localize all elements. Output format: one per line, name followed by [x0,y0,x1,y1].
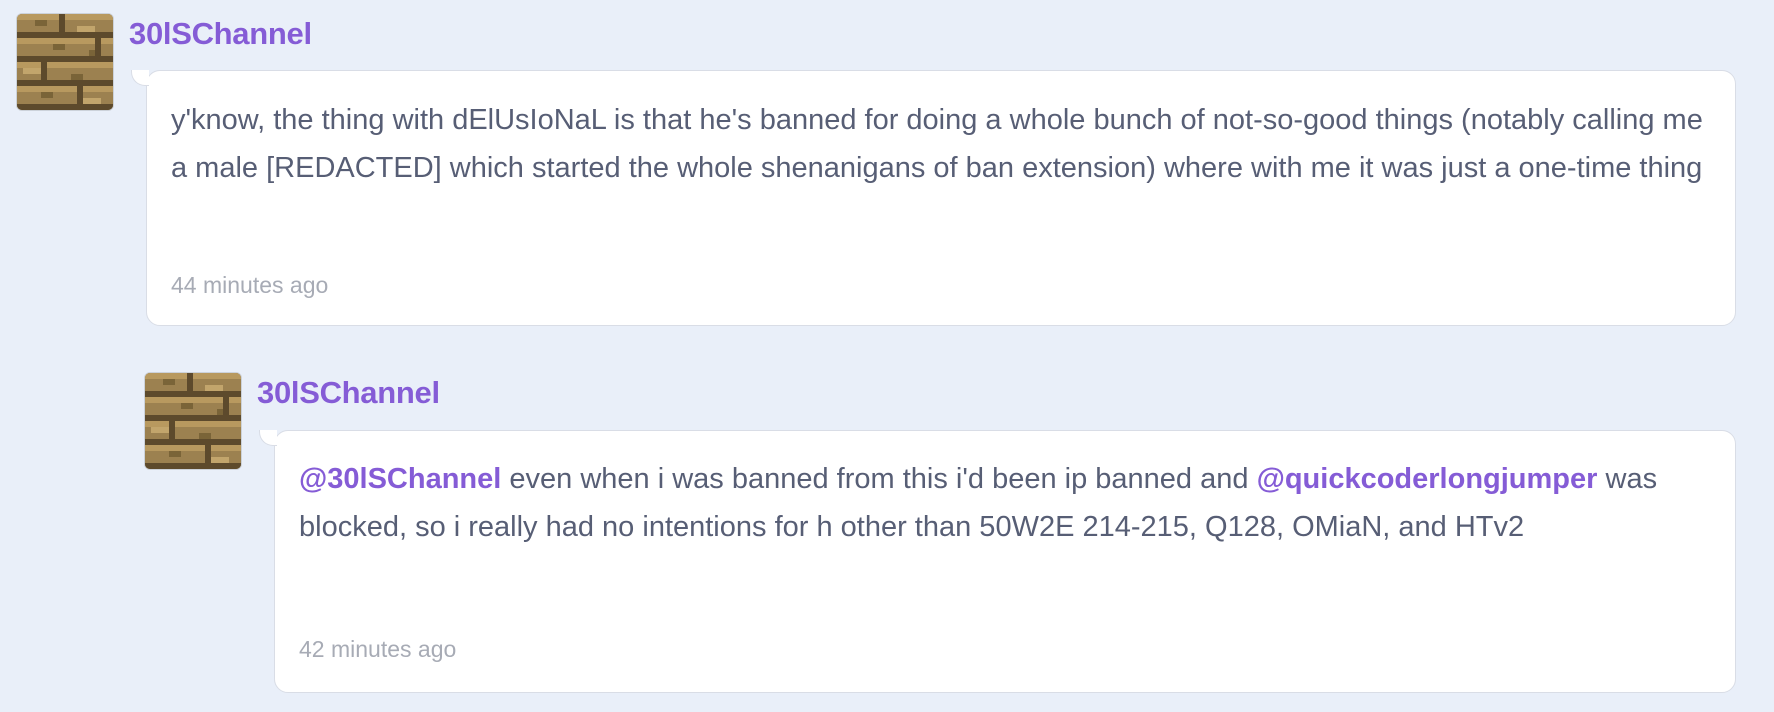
comment-text-part: even when i was banned from this i'd bee… [501,463,1257,495]
wood-plank-avatar-icon [17,14,113,110]
comment: 30lSChannel y'know, the thing with dElUs… [0,0,1774,340]
mention-link[interactable]: @quickcoderlongjumper [1257,463,1598,495]
mention-link[interactable]: @30lSChannel [299,463,501,495]
comment-username[interactable]: 30lSChannel [129,16,312,52]
comment-text: @30lSChannel even when i was banned from… [299,455,1719,551]
comment-timestamp: 44 minutes ago [171,272,329,298]
comment-text: y'know, the thing with dElUsIoNaL is tha… [171,104,1703,184]
user-avatar[interactable] [17,14,113,110]
comment-username[interactable]: 30lSChannel [257,375,440,411]
comment-reply: 30lSChannel @30lSChannel even when i was… [0,355,1774,695]
wood-plank-avatar-icon [145,373,241,469]
user-avatar[interactable] [145,373,241,469]
bubble-tail [131,70,149,86]
comment-timestamp: 42 minutes ago [299,636,457,662]
bubble-tail [259,430,277,446]
